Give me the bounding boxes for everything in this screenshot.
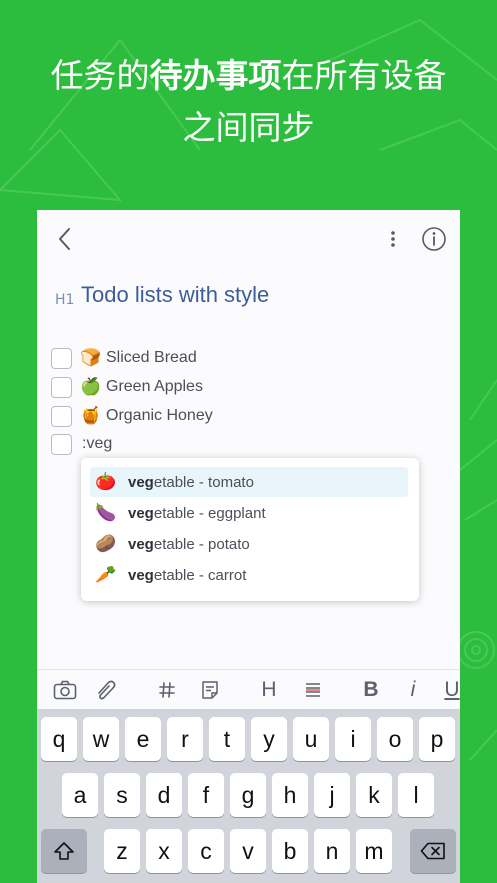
key-o[interactable]: o — [377, 717, 413, 761]
todo-checkbox[interactable] — [51, 376, 72, 398]
suggestion-emoji: 🥔 — [95, 534, 117, 554]
note-title[interactable]: Todo lists with style — [81, 282, 269, 308]
suggestion-match: veg — [128, 566, 154, 584]
todo-emoji: 🍞 — [80, 348, 102, 368]
suggestion-rest: etable - tomato — [153, 473, 254, 491]
formatting-toolbar: H B i U — [37, 669, 460, 709]
suggestion-item[interactable]: 🥕 vegetable - carrot — [90, 560, 408, 590]
suggestion-item[interactable]: 🍅 vegetable - tomato — [90, 467, 408, 497]
todo-text[interactable]: Sliced Bread — [106, 349, 197, 367]
headline-line-1: 任务的待办事项在所有设备 — [0, 50, 497, 102]
key-h[interactable]: h — [272, 773, 308, 817]
italic-button[interactable]: i — [399, 670, 427, 710]
key-y[interactable]: y — [251, 717, 287, 761]
suggestion-match: veg — [128, 535, 154, 553]
todo-item: 🍯 Organic Honey — [51, 404, 213, 428]
key-c[interactable]: c — [188, 829, 224, 873]
suggestion-rest: etable - potato — [153, 535, 250, 553]
key-j[interactable]: j — [314, 773, 350, 817]
backspace-icon — [420, 842, 445, 860]
more-options-icon[interactable] — [383, 226, 403, 252]
headline-part: 任务的 — [50, 56, 150, 95]
delete-key[interactable] — [410, 829, 456, 873]
todo-emoji: 🍯 — [80, 406, 102, 426]
shift-key[interactable] — [41, 829, 87, 873]
key-g[interactable]: g — [230, 773, 266, 817]
key-v[interactable]: v — [230, 829, 266, 873]
key-b[interactable]: b — [272, 829, 308, 873]
headline-bold-part: 待办事项 — [149, 56, 282, 95]
heading-level-tag: H1 — [55, 292, 75, 308]
heading-button[interactable]: H — [255, 670, 283, 710]
key-d[interactable]: d — [146, 773, 182, 817]
key-a[interactable]: a — [62, 773, 98, 817]
key-e[interactable]: e — [125, 717, 161, 761]
suggestion-match: veg — [128, 504, 154, 522]
on-screen-keyboard: q w e r t y u i o p a s d f g h j k l z … — [37, 709, 460, 883]
attachment-icon[interactable] — [93, 670, 121, 710]
todo-typing-text[interactable]: :veg — [82, 435, 112, 453]
todo-text[interactable]: Green Apples — [106, 378, 203, 396]
suggestion-label: vegetable - carrot — [128, 567, 246, 584]
headline-line-2: 之间同步 — [182, 108, 315, 147]
headline-part: 在所有设备 — [281, 56, 447, 95]
suggestion-item[interactable]: 🥔 vegetable - potato — [90, 529, 408, 559]
list-icon[interactable] — [299, 670, 327, 710]
key-m[interactable]: m — [356, 829, 392, 873]
info-icon[interactable] — [419, 224, 449, 254]
key-w[interactable]: w — [83, 717, 119, 761]
todo-emoji: 🍏 — [80, 377, 102, 397]
key-f[interactable]: f — [188, 773, 224, 817]
suggestion-rest: etable - carrot — [153, 566, 247, 584]
phone-screen: H1 Todo lists with style 🍞 Sliced Bread … — [37, 210, 460, 883]
suggestion-label: vegetable - potato — [128, 536, 250, 553]
todo-checkbox[interactable] — [51, 405, 72, 427]
bold-button[interactable]: B — [357, 670, 385, 710]
key-r[interactable]: r — [167, 717, 203, 761]
suggestion-item[interactable]: 🍆 vegetable - eggplant — [90, 498, 408, 528]
suggestion-match: veg — [128, 473, 154, 491]
todo-checkbox[interactable] — [51, 433, 72, 455]
key-p[interactable]: p — [419, 717, 455, 761]
navigation-bar — [37, 210, 460, 270]
camera-icon[interactable] — [51, 670, 79, 710]
suggestion-emoji: 🍅 — [95, 472, 117, 492]
todo-item: 🍏 Green Apples — [51, 375, 203, 399]
key-n[interactable]: n — [314, 829, 350, 873]
key-s[interactable]: s — [104, 773, 140, 817]
todo-item: 🍞 Sliced Bread — [51, 346, 197, 370]
key-k[interactable]: k — [356, 773, 392, 817]
suggestion-emoji: 🥕 — [95, 565, 117, 585]
underline-button[interactable]: U — [441, 670, 460, 710]
todo-checkbox[interactable] — [51, 347, 72, 369]
key-i[interactable]: i — [335, 717, 371, 761]
key-t[interactable]: t — [209, 717, 245, 761]
shift-icon — [54, 842, 74, 860]
back-chevron-icon[interactable] — [51, 224, 81, 254]
suggestion-label: vegetable - tomato — [128, 474, 254, 491]
suggestion-label: vegetable - eggplant — [128, 505, 266, 522]
todo-text[interactable]: Organic Honey — [106, 407, 213, 425]
key-z[interactable]: z — [104, 829, 140, 873]
emoji-suggestion-popup: 🍅 vegetable - tomato 🍆 vegetable - eggpl… — [81, 458, 419, 601]
todo-item-editing: :veg — [51, 432, 112, 456]
key-x[interactable]: x — [146, 829, 182, 873]
key-q[interactable]: q — [41, 717, 77, 761]
suggestion-rest: etable - eggplant — [153, 504, 266, 522]
suggestion-emoji: 🍆 — [95, 503, 117, 523]
hashtag-icon[interactable] — [153, 670, 181, 710]
note-link-icon[interactable] — [196, 670, 224, 710]
key-u[interactable]: u — [293, 717, 329, 761]
marketing-headline: 任务的待办事项在所有设备 之间同步 — [0, 50, 497, 154]
key-l[interactable]: l — [398, 773, 434, 817]
